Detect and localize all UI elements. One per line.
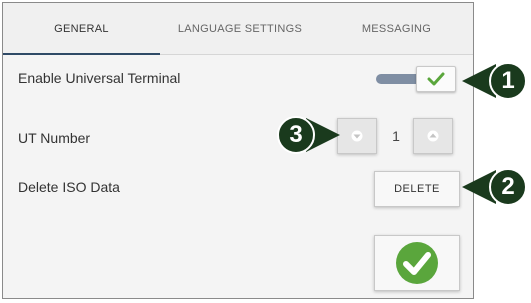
- callout-3-number: 3: [289, 121, 303, 148]
- callout-3: 3: [276, 115, 342, 160]
- ut-number-label: UT Number: [18, 130, 91, 146]
- ut-number-decrement-button[interactable]: [337, 118, 377, 154]
- ut-number-value: 1: [392, 128, 400, 144]
- toggle-knob[interactable]: [416, 66, 456, 92]
- callout-1: 1: [460, 61, 530, 106]
- checkmark-icon: [427, 72, 445, 86]
- chevron-down-icon: [351, 130, 363, 142]
- tab-bar: GENERAL LANGUAGE SETTINGS MESSAGING: [3, 3, 473, 55]
- active-tab-indicator: [3, 53, 160, 55]
- confirm-button[interactable]: [374, 235, 460, 291]
- confirm-check-icon: [396, 242, 438, 284]
- delete-button[interactable]: DELETE: [374, 171, 460, 207]
- tab-general[interactable]: GENERAL: [3, 3, 160, 55]
- chevron-up-icon: [427, 130, 439, 142]
- tab-language-settings[interactable]: LANGUAGE SETTINGS: [160, 3, 320, 55]
- ut-number-increment-button[interactable]: [413, 118, 453, 154]
- callout-1-number: 1: [501, 67, 515, 94]
- universal-terminal-label: Enable Universal Terminal: [18, 70, 181, 86]
- tab-messaging[interactable]: MESSAGING: [320, 3, 473, 55]
- callout-2: 2: [460, 167, 530, 212]
- callout-2-number: 2: [501, 173, 515, 200]
- delete-iso-label: Delete ISO Data: [18, 179, 120, 195]
